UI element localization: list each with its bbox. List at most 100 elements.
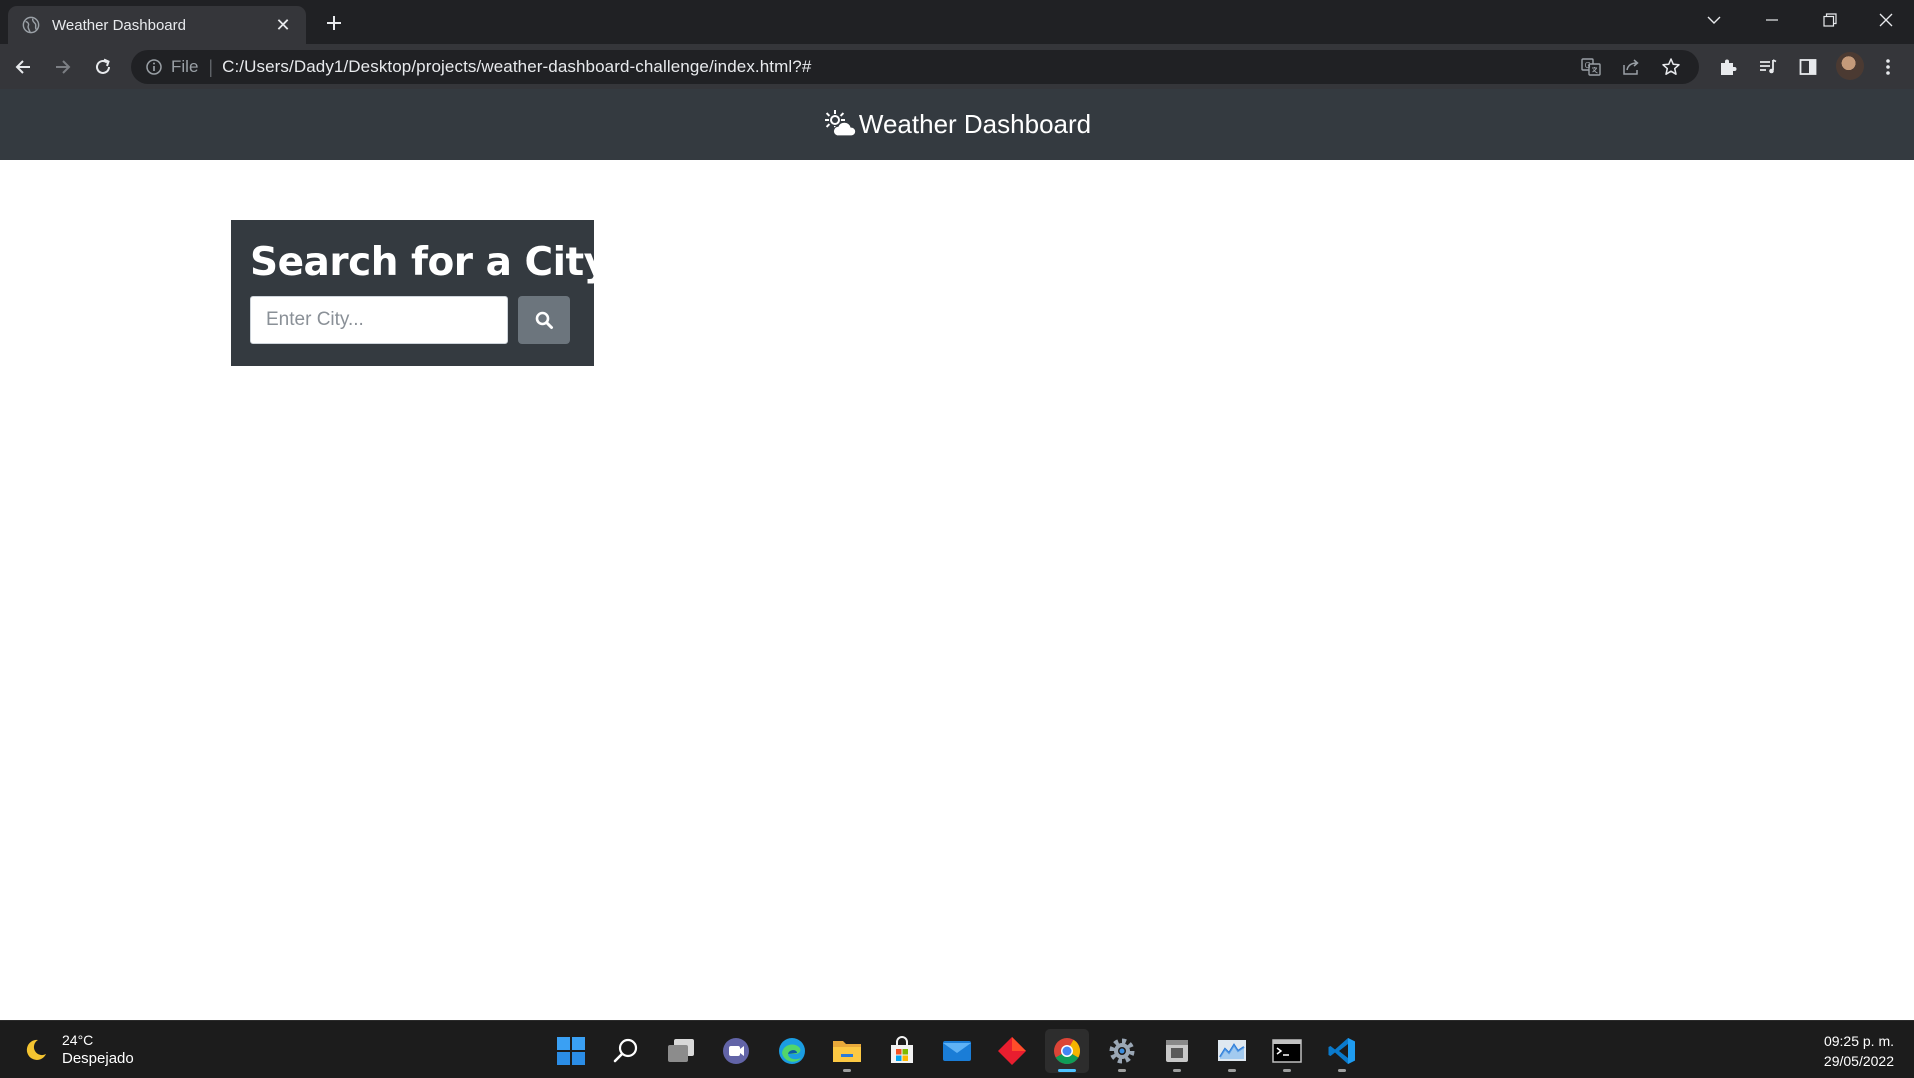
running-indicator: [1283, 1069, 1291, 1072]
side-panel-icon: [1799, 59, 1817, 75]
weather-widget[interactable]: 24°C Despejado: [22, 1031, 134, 1069]
git-diamond-icon: [998, 1037, 1026, 1065]
tab-strip: Weather Dashboard ✕: [0, 0, 1914, 44]
taskbar-task-view[interactable]: [659, 1029, 703, 1073]
running-indicator: [1228, 1069, 1236, 1072]
playlist-icon: [1760, 59, 1777, 74]
puzzle-icon: [1721, 59, 1737, 75]
taskbar-performance-monitor[interactable]: [1210, 1029, 1254, 1073]
taskbar-terminal[interactable]: [1265, 1029, 1309, 1073]
minimize-icon: [1766, 19, 1778, 21]
url-separator: |: [208, 56, 214, 77]
taskbar-vscode[interactable]: [1320, 1029, 1364, 1073]
taskbar-chrome[interactable]: [1045, 1029, 1089, 1073]
page-title: Weather Dashboard: [858, 109, 1092, 139]
taskbar-settings[interactable]: [1100, 1029, 1144, 1073]
store-icon: [891, 1036, 913, 1063]
arrow-right-icon: [56, 60, 71, 74]
running-indicator: [1338, 1069, 1346, 1072]
main-content: Search for a City:: [0, 160, 1914, 1020]
back-button[interactable]: [7, 51, 39, 83]
media-control-button[interactable]: [1752, 51, 1784, 83]
translate-button[interactable]: G: [1571, 50, 1611, 84]
taskbar-app-window[interactable]: [1155, 1029, 1199, 1073]
search-form: [250, 296, 575, 344]
svg-text:G: G: [1585, 61, 1591, 70]
vscode-icon: [1328, 1038, 1355, 1064]
browser-toolbar: File | C:/Users/Dady1/Desktop/projects/w…: [0, 44, 1914, 89]
restore-button[interactable]: [1802, 0, 1858, 40]
share-button[interactable]: [1611, 50, 1651, 84]
app-window-icon: [1166, 1040, 1188, 1062]
extensions-button[interactable]: [1712, 51, 1744, 83]
close-window-button[interactable]: [1858, 0, 1914, 40]
windows-start-icon: [557, 1037, 585, 1065]
side-panel-button[interactable]: [1792, 51, 1824, 83]
active-indicator: [1058, 1069, 1076, 1072]
search-button[interactable]: [518, 296, 570, 344]
taskbar-teams-chat[interactable]: [714, 1029, 758, 1073]
browser-tab[interactable]: Weather Dashboard ✕: [8, 6, 306, 44]
weather-condition: Despejado: [62, 1050, 134, 1067]
arrow-left-icon: [15, 60, 30, 74]
new-tab-button[interactable]: [320, 9, 348, 37]
menu-button[interactable]: [1872, 51, 1904, 83]
profile-avatar[interactable]: [1836, 52, 1864, 80]
search-panel: Search for a City:: [231, 220, 624, 366]
translate-icon: G: [1581, 58, 1601, 76]
minimize-button[interactable]: [1744, 0, 1800, 40]
clock-time: 09:25 p. m.: [1823, 1033, 1894, 1049]
page-header: Weather Dashboard: [0, 89, 1914, 160]
url-scheme: File: [171, 57, 199, 76]
folder-icon: [833, 1041, 861, 1062]
tab-close-icon[interactable]: ✕: [274, 15, 292, 36]
running-indicator: [1173, 1069, 1181, 1072]
cloud-sun-icon: [824, 109, 857, 137]
forward-button[interactable]: [47, 51, 79, 83]
restore-icon: [1823, 13, 1837, 27]
weather-temperature: 24°C: [62, 1032, 94, 1048]
clock-date: 29/05/2022: [1823, 1053, 1894, 1069]
chart-monitor-icon: [1218, 1040, 1246, 1061]
search-icon: [613, 1038, 638, 1063]
taskbar-mail[interactable]: [935, 1029, 979, 1073]
taskbar-file-explorer[interactable]: [825, 1029, 869, 1073]
taskbar-search[interactable]: [604, 1029, 648, 1073]
terminal-icon: [1272, 1039, 1302, 1063]
running-indicator: [843, 1069, 851, 1072]
taskbar-store[interactable]: [880, 1029, 924, 1073]
moon-icon: [26, 1039, 46, 1060]
share-icon: [1623, 59, 1639, 75]
taskbar-edge[interactable]: [770, 1029, 814, 1073]
system-clock[interactable]: 09:25 p. m. 29/05/2022: [1824, 1031, 1894, 1071]
address-bar[interactable]: File | C:/Users/Dady1/Desktop/projects/w…: [131, 50, 1699, 84]
plus-icon: [327, 16, 341, 30]
gear-icon: [1109, 1038, 1135, 1064]
taskbar-git-client[interactable]: [990, 1029, 1034, 1073]
task-view-icon: [668, 1039, 694, 1062]
screen: Weather Dashboard ✕ File | C:/Users/Dady…: [0, 0, 1914, 1078]
mail-icon: [943, 1041, 971, 1061]
running-indicator: [1118, 1069, 1126, 1072]
search-icon: [535, 311, 553, 329]
reload-icon: [96, 58, 110, 74]
kebab-menu-icon: [1886, 59, 1890, 75]
taskbar-start[interactable]: [549, 1029, 593, 1073]
reload-button[interactable]: [87, 51, 119, 83]
url-text[interactable]: C:/Users/Dady1/Desktop/projects/weather-…: [222, 57, 811, 77]
weather-text: 24°C Despejado: [62, 1031, 134, 1069]
info-icon[interactable]: [145, 58, 163, 76]
bookmark-button[interactable]: [1651, 50, 1691, 84]
city-search-input[interactable]: [250, 296, 508, 344]
tab-title: Weather Dashboard: [52, 16, 186, 34]
close-icon: [1879, 13, 1893, 27]
globe-icon: [22, 16, 40, 34]
search-heading: Search for a City:: [250, 240, 624, 285]
omnibox-actions: G: [1571, 50, 1691, 84]
teams-chat-icon: [723, 1038, 749, 1064]
chrome-icon: [1054, 1038, 1081, 1065]
windows-taskbar: 24°C Despejado 09:25 p. m. 29/05/2022: [0, 1020, 1914, 1078]
tab-search-button[interactable]: [1686, 0, 1742, 40]
chevron-down-icon: [1707, 16, 1721, 24]
star-icon: [1662, 58, 1680, 75]
